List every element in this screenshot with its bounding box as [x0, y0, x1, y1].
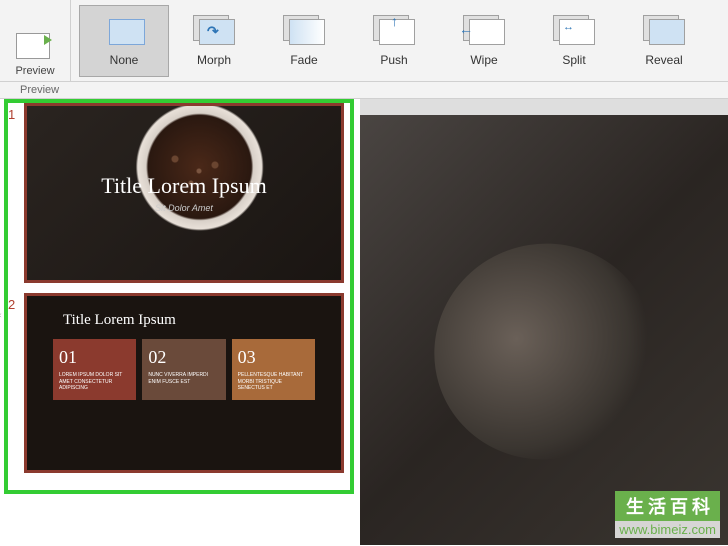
preview-label: Preview — [15, 65, 54, 77]
preview-button[interactable]: Preview — [15, 31, 54, 77]
slide-number: 2 — [8, 293, 24, 473]
transition-none[interactable]: None — [79, 5, 169, 77]
transition-label: Fade — [290, 53, 317, 67]
transition-split[interactable]: ↔ Split — [529, 5, 619, 77]
reveal-icon — [643, 15, 685, 47]
main-slide-view[interactable] — [360, 99, 728, 545]
slide1-title: Title Lorem Ipsum — [101, 173, 266, 199]
ribbon-section-label: Preview — [0, 82, 728, 99]
transition-morph[interactable]: ↷ Morph — [169, 5, 259, 77]
workspace: 1 Title Lorem Ipsum Sit Dolor Amet 2 ✶ T… — [0, 99, 728, 545]
spoon-graphic — [403, 213, 684, 491]
content-box: 03 Pellentesque Habitant Morbi Tristique… — [232, 339, 315, 400]
box-text: Lorem Ipsum Dolor Sit Amet Consectetur A… — [59, 372, 130, 392]
morph-icon: ↷ — [193, 15, 235, 47]
box-text: Nunc Viverra Imperdi Enim Fusce Est — [148, 372, 219, 385]
slide-thumbnail-panel: 1 Title Lorem Ipsum Sit Dolor Amet 2 ✶ T… — [0, 99, 360, 545]
transition-label: Wipe — [470, 53, 497, 67]
box-text: Pellentesque Habitant Morbi Tristique Se… — [238, 372, 309, 392]
preview-icon — [16, 31, 54, 63]
split-icon: ↔ — [553, 15, 595, 47]
transition-reveal[interactable]: Reveal — [619, 5, 709, 77]
transitions-ribbon: Preview None ↷ Morph Fade — [0, 0, 728, 82]
thumbnail-row: 2 ✶ Title Lorem Ipsum 01 Lorem Ipsum Dol… — [8, 293, 352, 473]
slide2-boxes: 01 Lorem Ipsum Dolor Sit Amet Consectetu… — [43, 339, 325, 400]
slide-thumbnail-1[interactable]: Title Lorem Ipsum Sit Dolor Amet — [24, 103, 344, 283]
wipe-icon: ← — [463, 15, 505, 47]
watermark: 生活百科 www.bimeiz.com — [615, 491, 720, 538]
slide2-title: Title Lorem Ipsum — [43, 312, 325, 329]
box-number: 01 — [59, 347, 130, 368]
transition-label: Split — [562, 53, 585, 67]
transition-fade[interactable]: Fade — [259, 5, 349, 77]
preview-group: Preview — [0, 0, 71, 81]
watermark-cn: 生活百科 — [615, 491, 720, 521]
none-icon — [103, 15, 145, 47]
content-box: 02 Nunc Viverra Imperdi Enim Fusce Est — [142, 339, 225, 400]
transition-push[interactable]: ↑ Push — [349, 5, 439, 77]
transition-label: Reveal — [645, 53, 682, 67]
transition-indicator-icon: ✶ — [0, 311, 2, 322]
push-icon: ↑ — [373, 15, 415, 47]
slide1-subtitle: Sit Dolor Amet — [155, 203, 213, 213]
box-number: 02 — [148, 347, 219, 368]
thumbnail-row: 1 Title Lorem Ipsum Sit Dolor Amet — [8, 103, 352, 283]
watermark-url: www.bimeiz.com — [615, 521, 720, 538]
transition-label: None — [110, 53, 139, 67]
box-number: 03 — [238, 347, 309, 368]
transitions-gallery: None ↷ Morph Fade ↑ Push — [71, 0, 709, 81]
transition-label: Push — [380, 53, 407, 67]
main-slide-canvas — [360, 115, 728, 545]
fade-icon — [283, 15, 325, 47]
transition-wipe[interactable]: ← Wipe — [439, 5, 529, 77]
transition-label: Morph — [197, 53, 231, 67]
slide-thumbnail-2[interactable]: Title Lorem Ipsum 01 Lorem Ipsum Dolor S… — [24, 293, 344, 473]
content-box: 01 Lorem Ipsum Dolor Sit Amet Consectetu… — [53, 339, 136, 400]
slide-number: 1 — [8, 103, 24, 283]
